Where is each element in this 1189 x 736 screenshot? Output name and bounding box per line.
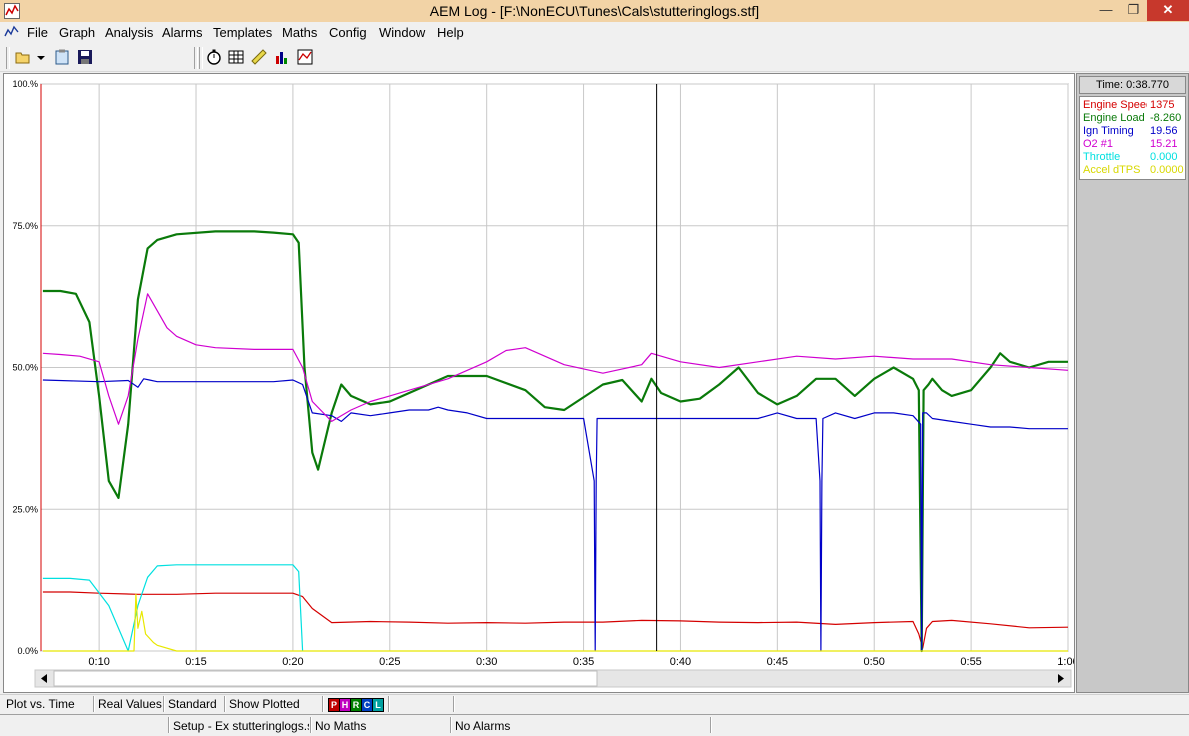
menu-help[interactable]: Help (437, 25, 464, 40)
channel-legend: Engine Speed 1375 Engine Load -8.260 Ign… (1079, 96, 1186, 180)
status-divider (710, 717, 712, 733)
y-tick-label: 100.% (12, 79, 38, 89)
plot-mode-status[interactable]: Plot vs. Time (6, 697, 75, 711)
menu-config[interactable]: Config (329, 25, 367, 40)
toolbar-separator (194, 47, 198, 69)
toolbar-grip-2 (199, 47, 203, 69)
maths-status: No Maths (315, 719, 367, 733)
status-divider (450, 717, 452, 733)
stopwatch-icon[interactable] (205, 48, 223, 66)
view-chip-l[interactable]: L (372, 698, 384, 712)
x-tick-label: 0:45 (767, 656, 788, 668)
menu-window[interactable]: Window (379, 25, 425, 40)
legend-value: 1375 (1150, 99, 1175, 111)
legend-name: Accel dTPS (1083, 164, 1141, 176)
bottom-status-bar: Setup - Ex stutteringlogs.s No Maths No … (0, 714, 1189, 736)
x-tick-label: 0:55 (960, 656, 981, 668)
bar-chart-icon[interactable] (273, 48, 291, 66)
status-divider (224, 696, 226, 712)
title-bar: AEM Log - [F:\NonECU\Tunes\Cals\stutteri… (0, 0, 1189, 22)
legend-value: 19.56 (1150, 125, 1178, 137)
dropdown-arrow-icon[interactable] (35, 48, 47, 66)
x-tick-label: 0:10 (88, 656, 109, 668)
display-mode-status[interactable]: Standard (168, 697, 217, 711)
cursor-time-readout: Time: 0:38.770 (1079, 76, 1186, 94)
menu-templates[interactable]: Templates (213, 25, 272, 40)
x-tick-label: 0:15 (185, 656, 206, 668)
toolbar-grip (6, 47, 10, 69)
legend-value: -8.260 (1150, 112, 1182, 124)
plotted-filter-status[interactable]: Show Plotted (229, 697, 300, 711)
x-tick-label: 0:20 (282, 656, 303, 668)
y-tick-label: 50.0% (12, 363, 38, 373)
close-button[interactable]: ✕ (1147, 0, 1189, 21)
mdi-document-icon[interactable] (4, 25, 20, 39)
setup-status: Setup - Ex stutteringlogs.s (173, 719, 309, 733)
legend-name: Engine Load (1083, 112, 1145, 124)
legend-value: 0.000 (1150, 151, 1178, 163)
x-tick-label: 1:00 (1057, 656, 1074, 668)
ruler-icon[interactable] (250, 48, 268, 66)
menu-maths[interactable]: Maths (282, 25, 317, 40)
minimize-button[interactable]: — (1092, 0, 1120, 21)
x-tick-label: 0:30 (476, 656, 497, 668)
clipboard-icon[interactable] (53, 48, 71, 66)
menu-alarms[interactable]: Alarms (162, 25, 202, 40)
legend-value: 0.0000 (1150, 164, 1184, 176)
status-divider (388, 696, 390, 712)
x-tick-label: 0:50 (864, 656, 885, 668)
save-icon[interactable] (76, 48, 94, 66)
status-divider (453, 696, 455, 712)
y-tick-label: 25.0% (12, 504, 38, 514)
menu-bar: File Graph Analysis Alarms Templates Mat… (0, 22, 1189, 63)
grid-chart-icon[interactable] (296, 48, 314, 66)
channel-side-panel: Time: 0:38.770 Engine Speed 1375 Engine … (1076, 73, 1189, 693)
alarms-status: No Alarms (455, 719, 511, 733)
status-bar: Plot vs. Time Real Values Standard Show … (0, 694, 1189, 713)
x-tick-label: 0:35 (573, 656, 594, 668)
status-divider (168, 717, 170, 733)
y-tick-label: 75.0% (12, 221, 38, 231)
x-tick-label: 0:40 (670, 656, 691, 668)
status-divider (322, 696, 324, 712)
status-divider (310, 717, 312, 733)
y-tick-label: 0.0% (17, 646, 38, 656)
log-chart[interactable]: 100.% 75.0% 50.0% 25.0% 0.0% 0:10 0:15 0:20 0:25… (4, 74, 1079, 692)
menu-file[interactable]: File (27, 25, 48, 40)
chart-panel[interactable]: 100.% 75.0% 50.0% 25.0% 0.0% 0:10 0:15 0:20 0:25… (3, 73, 1079, 693)
status-divider (93, 696, 95, 712)
legend-name: Ign Timing (1083, 125, 1134, 137)
legend-name: Engine Speed (1083, 99, 1147, 111)
value-mode-status[interactable]: Real Values (98, 697, 162, 711)
toolbar (0, 43, 1189, 72)
legend-name: Throttle (1083, 151, 1121, 163)
menu-analysis[interactable]: Analysis (105, 25, 153, 40)
open-folder-icon[interactable] (14, 48, 32, 66)
x-tick-label: 0:25 (379, 656, 400, 668)
table-icon[interactable] (227, 48, 245, 66)
window-title: AEM Log - [F:\NonECU\Tunes\Cals\stutteri… (429, 3, 760, 19)
menu-graph[interactable]: Graph (59, 25, 95, 40)
legend-name: O2 #1 (1083, 138, 1113, 150)
status-divider (163, 696, 165, 712)
legend-value: 15.21 (1150, 138, 1178, 150)
scrollbar-thumb[interactable] (53, 670, 598, 687)
maximize-button[interactable]: ❐ (1120, 0, 1147, 21)
